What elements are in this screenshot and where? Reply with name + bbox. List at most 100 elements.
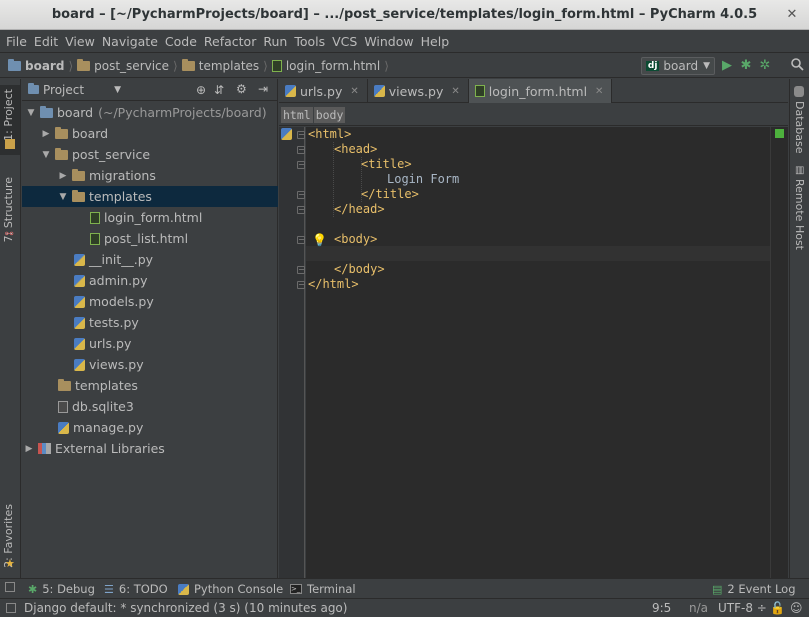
project-folder-icon bbox=[8, 58, 21, 71]
tree-item-post-list[interactable]: post_list.html bbox=[22, 228, 278, 249]
tree-item-label: manage.py bbox=[73, 420, 144, 435]
python-file-icon bbox=[74, 253, 85, 266]
code-editor[interactable]: 💡 <html> <head> <title> Login Form </tit… bbox=[306, 127, 770, 578]
event-log-button[interactable]: ▤ 2 Event Log bbox=[712, 582, 796, 596]
collapse-all-icon[interactable]: ⇵ bbox=[214, 83, 224, 97]
hide-panel-icon[interactable]: ⇥ bbox=[258, 82, 268, 96]
caret-line-highlight bbox=[306, 246, 770, 261]
tree-item-tests-py[interactable]: tests.py bbox=[22, 312, 278, 333]
breadcrumb-templates[interactable]: templates ⟩ bbox=[181, 58, 268, 73]
menu-code[interactable]: Code bbox=[163, 34, 202, 49]
status-message[interactable]: Django default: * synchronized (3 s) (10… bbox=[24, 601, 347, 615]
tab-urls-py[interactable]: urls.py ✕ bbox=[279, 79, 368, 103]
fold-marker-icon[interactable]: − bbox=[297, 281, 305, 289]
tab-login-form-html[interactable]: login_form.html ✕ bbox=[468, 79, 613, 103]
expand-arrow-icon[interactable]: ▼ bbox=[26, 108, 36, 118]
tree-item-templates-selected[interactable]: ▼ templates bbox=[22, 186, 278, 207]
lightbulb-icon[interactable]: 💡 bbox=[312, 233, 327, 247]
close-tab-icon[interactable]: ✕ bbox=[595, 86, 603, 97]
tree-root-label: board bbox=[57, 105, 94, 120]
file-encoding[interactable]: UTF-8 ÷ bbox=[718, 601, 767, 615]
scroll-from-source-icon[interactable]: ⊕ bbox=[196, 83, 206, 97]
caret-position[interactable]: 9:5 bbox=[652, 601, 671, 615]
menu-help[interactable]: Help bbox=[419, 34, 455, 49]
menu-navigate[interactable]: Navigate bbox=[100, 34, 163, 49]
database-tool-tab[interactable]: Database bbox=[793, 101, 806, 154]
menu-edit[interactable]: Edit bbox=[32, 34, 63, 49]
run-configuration-dropdown[interactable]: dj board ▼ bbox=[640, 57, 715, 75]
breadcrumb-login-form[interactable]: login_form.html ⟩ bbox=[271, 59, 389, 73]
tree-root[interactable]: ▼ board (~/PycharmProjects/board) bbox=[22, 102, 278, 123]
toggle-tool-windows-icon[interactable] bbox=[5, 582, 15, 592]
menu-tools[interactable]: Tools bbox=[292, 34, 330, 49]
terminal-label: Terminal bbox=[307, 582, 356, 596]
close-tab-icon[interactable]: ✕ bbox=[451, 86, 459, 97]
fold-marker-icon[interactable]: − bbox=[297, 266, 305, 274]
gear-icon[interactable]: ⚙ bbox=[236, 82, 247, 96]
remote-host-tool-tab[interactable]: Remote Host bbox=[793, 179, 806, 250]
tree-item-label: views.py bbox=[89, 357, 144, 372]
expand-arrow-icon[interactable]: ▶ bbox=[24, 444, 34, 454]
fold-marker-icon[interactable]: − bbox=[297, 146, 305, 154]
error-stripe[interactable] bbox=[770, 127, 788, 578]
debug-tool-button[interactable]: ✱ 5: Debug bbox=[28, 582, 95, 596]
fold-marker-icon[interactable]: − bbox=[297, 161, 305, 169]
todo-label: 6: TODO bbox=[118, 582, 168, 596]
menu-refactor[interactable]: Refactor bbox=[202, 34, 261, 49]
terminal-button[interactable]: >_ Terminal bbox=[290, 582, 356, 596]
close-window-icon[interactable]: ✕ bbox=[783, 6, 801, 24]
tree-item-manage-py[interactable]: manage.py bbox=[22, 417, 278, 438]
coverage-icon[interactable]: ✲ bbox=[757, 58, 773, 74]
dropdown-arrow-icon[interactable]: ▼ bbox=[114, 85, 121, 95]
menu-view[interactable]: View bbox=[63, 34, 100, 49]
menu-window[interactable]: Window bbox=[362, 34, 418, 49]
tab-label: login_form.html bbox=[488, 83, 588, 99]
tree-item-login-form[interactable]: login_form.html bbox=[22, 207, 278, 228]
tab-views-py[interactable]: views.py ✕ bbox=[368, 79, 469, 103]
fold-marker-icon[interactable]: − bbox=[297, 191, 305, 199]
breadcrumb-board[interactable]: board ⟩ bbox=[8, 58, 73, 73]
tree-item-board[interactable]: ▶ board bbox=[22, 123, 278, 144]
run-icon[interactable]: ▶ bbox=[719, 58, 735, 74]
menu-run[interactable]: Run bbox=[261, 34, 292, 49]
debug-icon[interactable]: ✱ bbox=[738, 58, 754, 74]
tree-item-migrations[interactable]: ▶ migrations bbox=[22, 165, 278, 186]
collapse-arrow-icon[interactable]: ▼ bbox=[58, 192, 68, 202]
menu-file[interactable]: File bbox=[4, 34, 32, 49]
python-file-icon bbox=[373, 85, 385, 97]
fold-marker-icon[interactable]: − bbox=[297, 131, 305, 139]
tree-item-db-sqlite[interactable]: db.sqlite3 bbox=[22, 396, 278, 417]
project-view-selector[interactable]: Project bbox=[43, 83, 84, 97]
python-console-label: Python Console bbox=[194, 582, 284, 596]
expand-arrow-icon[interactable]: ▶ bbox=[41, 129, 51, 139]
breadcrumb-post-service[interactable]: post_service ⟩ bbox=[77, 58, 178, 73]
close-tab-icon[interactable]: ✕ bbox=[350, 86, 358, 97]
todo-tool-button[interactable]: ☰ 6: TODO bbox=[104, 582, 168, 596]
line-separator[interactable]: n/a bbox=[689, 601, 708, 615]
tab-label: urls.py bbox=[300, 83, 343, 99]
tree-item-templates-root[interactable]: templates bbox=[22, 375, 278, 396]
tree-item-init-py[interactable]: __init__.py bbox=[22, 249, 278, 270]
chevron-right-icon: ⟩ bbox=[263, 58, 268, 73]
chevron-right-icon: ⟩ bbox=[173, 58, 178, 73]
search-everywhere-icon[interactable] bbox=[789, 58, 805, 74]
python-gutter-icon[interactable] bbox=[281, 128, 292, 140]
expand-arrow-icon[interactable]: ▶ bbox=[58, 171, 68, 181]
lock-icon[interactable]: 🔓 bbox=[770, 601, 785, 615]
collapse-arrow-icon[interactable]: ▼ bbox=[41, 150, 51, 160]
python-console-button[interactable]: Python Console bbox=[178, 582, 283, 596]
status-toggle-icon[interactable] bbox=[6, 603, 16, 613]
tree-item-models-py[interactable]: models.py bbox=[22, 291, 278, 312]
tree-item-external-libraries[interactable]: ▶ External Libraries bbox=[22, 438, 278, 459]
tree-item-post-service[interactable]: ▼ post_service bbox=[22, 144, 278, 165]
menu-vcs[interactable]: VCS bbox=[330, 34, 362, 49]
fold-marker-icon[interactable]: − bbox=[297, 206, 305, 214]
star-icon: ★ bbox=[5, 557, 15, 570]
tag-crumb-html[interactable]: html bbox=[281, 106, 313, 123]
tree-item-admin-py[interactable]: admin.py bbox=[22, 270, 278, 291]
inspector-icon[interactable]: ☺ bbox=[790, 601, 803, 615]
tree-item-views-py[interactable]: views.py bbox=[22, 354, 278, 375]
fold-marker-icon[interactable]: − bbox=[297, 236, 305, 244]
tag-crumb-body[interactable]: body bbox=[313, 106, 346, 123]
tree-item-urls-py[interactable]: urls.py bbox=[22, 333, 278, 354]
